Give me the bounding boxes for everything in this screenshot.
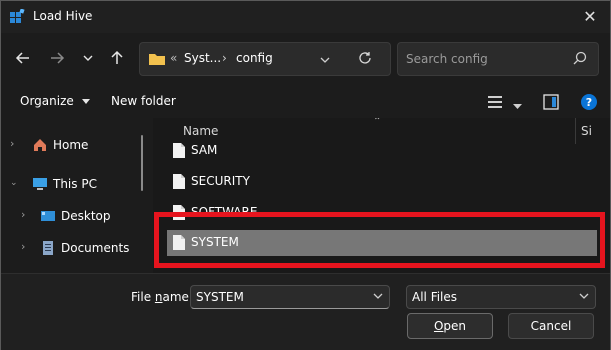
desktop-icon <box>40 208 56 224</box>
file-type-value: All Files <box>412 290 458 304</box>
chevron-right-icon[interactable]: › <box>21 241 31 252</box>
navigation-pane: › Home ⌄ This PC › Desktop › Documents <box>1 118 151 273</box>
list-item[interactable]: SAM <box>167 138 597 164</box>
file-list: ⌃ Name Si SAM SECURITY SOFTWARE SYSTEM <box>153 118 610 273</box>
search-input[interactable]: Search config <box>406 52 488 66</box>
organize-button[interactable]: Organize <box>20 94 90 108</box>
file-name: SYSTEM <box>191 235 239 249</box>
recent-locations-chevron-icon[interactable] <box>78 46 98 70</box>
caret-down-icon <box>81 99 90 104</box>
sidebar-item-label: Home <box>53 138 89 152</box>
file-type-select[interactable]: All Files <box>406 285 596 309</box>
open-button[interactable]: Open <box>407 313 493 339</box>
view-dropdown-caret-icon[interactable] <box>513 99 522 113</box>
sidebar-item-home[interactable]: › Home <box>1 129 141 161</box>
chevron-down-icon[interactable] <box>579 291 589 301</box>
load-hive-dialog: Load Hive ✕ « Syst... › config Search co… <box>0 0 611 350</box>
view-options-icon[interactable] <box>488 95 504 112</box>
title-bar: Load Hive ✕ <box>1 1 610 33</box>
preview-pane-icon[interactable] <box>543 94 559 113</box>
file-icon <box>173 235 185 250</box>
organize-label: Organize <box>20 94 74 108</box>
sidebar-scrollbar[interactable] <box>141 135 143 191</box>
pc-icon <box>32 176 48 192</box>
file-icon <box>173 174 185 189</box>
close-icon[interactable]: ✕ <box>579 6 601 28</box>
address-dropdown-chevron-icon[interactable] <box>320 54 330 68</box>
chevron-down-icon[interactable] <box>373 291 383 301</box>
file-name: SECURITY <box>191 174 250 188</box>
chevron-right-icon[interactable]: › <box>10 138 20 149</box>
address-bar[interactable]: « Syst... › config <box>139 42 391 76</box>
file-name-label: File name: <box>131 290 193 304</box>
sidebar-item-this-pc[interactable]: ⌄ This PC <box>1 168 141 200</box>
cancel-button[interactable]: Cancel <box>508 313 594 339</box>
list-item-selected[interactable]: SYSTEM <box>167 230 597 256</box>
sidebar-item-label: Desktop <box>61 209 111 223</box>
list-item[interactable]: SOFTWARE <box>167 200 597 220</box>
help-icon[interactable]: ? <box>580 93 598 114</box>
home-icon <box>32 137 48 153</box>
column-header-size[interactable]: Si <box>581 124 592 138</box>
sidebar-item-label: Documents <box>61 241 130 255</box>
column-header-name[interactable]: Name <box>183 124 218 138</box>
folder-icon <box>149 52 165 65</box>
back-arrow-icon[interactable] <box>13 46 33 70</box>
window-title: Load Hive <box>33 9 93 23</box>
file-icon <box>173 205 185 220</box>
sort-caret-up-icon: ⌃ <box>373 118 382 127</box>
svg-text:?: ? <box>586 96 592 109</box>
file-icon <box>173 143 185 158</box>
file-name: SOFTWARE <box>191 205 258 219</box>
list-item[interactable]: SECURITY <box>167 169 597 195</box>
breadcrumb-item[interactable]: Syst... <box>184 51 221 65</box>
breadcrumb-item[interactable]: config <box>236 51 273 65</box>
sidebar-item-documents[interactable]: › Documents <box>1 232 141 264</box>
new-folder-button[interactable]: New folder <box>111 94 176 108</box>
chevron-down-icon[interactable]: ⌄ <box>10 178 20 188</box>
search-icon[interactable] <box>573 51 587 65</box>
forward-arrow-icon[interactable] <box>47 46 67 70</box>
breadcrumb-overflow[interactable]: « <box>170 51 177 65</box>
file-name: SAM <box>191 143 218 157</box>
search-box[interactable]: Search config <box>397 42 599 76</box>
up-arrow-icon[interactable] <box>107 46 127 70</box>
breadcrumb-separator-icon: › <box>222 51 227 65</box>
sidebar-item-label: This PC <box>53 177 97 191</box>
chevron-right-icon[interactable]: › <box>21 209 31 220</box>
registry-editor-icon <box>9 8 25 25</box>
refresh-icon[interactable] <box>358 51 372 68</box>
sidebar-item-desktop[interactable]: › Desktop <box>1 200 141 232</box>
documents-icon <box>40 240 56 256</box>
file-name-value[interactable]: SYSTEM <box>196 290 244 304</box>
file-name-field[interactable]: SYSTEM <box>190 285 390 309</box>
